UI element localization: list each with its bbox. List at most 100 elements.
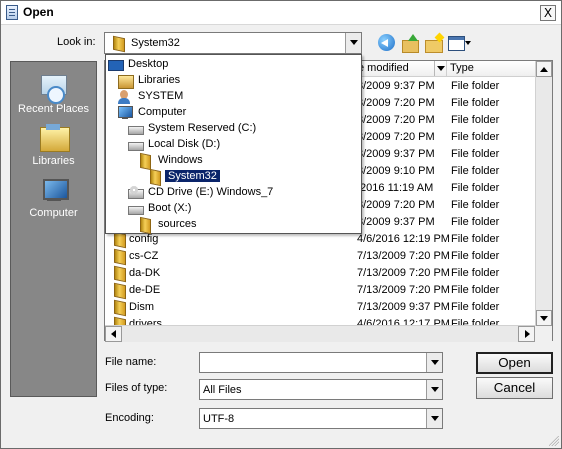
encoding-value: UTF-8 [203, 413, 235, 425]
folder-icon [112, 250, 124, 263]
look-in-dropdown[interactable]: Desktop Libraries SYSTEM Computer System… [105, 54, 362, 234]
dropdown-item-label: Boot (X:) [148, 202, 192, 214]
dropdown-item-label: System32 [165, 170, 220, 182]
date-modified: 3/2009 9:10 PM [357, 165, 435, 177]
file-type: File folder [451, 148, 500, 160]
date-modified: 3/2009 9:37 PM [357, 216, 435, 228]
file-name-label: File name: [105, 356, 157, 368]
cancel-button[interactable]: Cancel [476, 377, 553, 399]
folder-icon [112, 284, 124, 297]
open-file-dialog: Open X Look in: System32 Recent Places L… [0, 0, 562, 449]
folder-icon [138, 218, 152, 231]
view-menu-icon[interactable] [448, 34, 471, 52]
dropdown-item-label: CD Drive (E:) Windows_7 [148, 186, 274, 198]
drive-icon [128, 202, 144, 215]
new-folder-icon[interactable] [424, 34, 444, 53]
dropdown-item-label: Computer [138, 106, 187, 118]
files-of-type-select[interactable]: All Files [199, 379, 443, 400]
look-in-label: Look in: [57, 36, 96, 48]
place-recent-places[interactable]: Recent Places [11, 67, 96, 117]
date-modified: 3/2009 9:37 PM [357, 148, 435, 160]
file-row[interactable]: cs-CZ 7/13/2009 7:20 PM File folder [105, 248, 536, 265]
folder-icon [148, 170, 162, 183]
date-modified: 7/13/2009 7:20 PM [357, 284, 450, 296]
cd-drive-icon [128, 186, 144, 199]
scroll-right-icon[interactable] [518, 326, 535, 342]
file-name: Dism [129, 301, 155, 313]
dropdown-item-label: Local Disk (D:) [148, 138, 221, 150]
drive-icon [128, 122, 144, 135]
file-row[interactable]: da-DK 7/13/2009 7:20 PM File folder [105, 265, 536, 282]
open-button[interactable]: Open [476, 352, 553, 374]
dropdown-item-label: Desktop [128, 58, 169, 70]
file-type: File folder [451, 216, 500, 228]
encoding-select[interactable]: UTF-8 [199, 408, 443, 429]
file-type: File folder [451, 301, 500, 313]
dropdown-item-label: System Reserved (C:) [148, 122, 257, 134]
chevron-down-icon[interactable] [434, 61, 446, 76]
computer-icon [118, 106, 133, 119]
up-folder-icon[interactable] [401, 34, 421, 53]
look-in-value: System32 [131, 37, 180, 49]
date-modified: 3/2009 7:20 PM [357, 97, 435, 109]
date-modified: 7/13/2009 7:20 PM [357, 267, 450, 279]
place-label: Computer [29, 207, 78, 219]
horizontal-scrollbar[interactable] [105, 325, 535, 342]
recent-places-icon [39, 71, 69, 104]
libraries-icon [39, 123, 70, 152]
folder-icon [112, 301, 124, 314]
folder-icon [112, 233, 124, 246]
scroll-down-icon[interactable] [536, 310, 552, 326]
chevron-down-icon[interactable] [426, 380, 442, 399]
close-button[interactable]: X [540, 5, 556, 21]
dropdown-item-label: Windows [158, 154, 203, 166]
file-type: File folder [451, 182, 500, 194]
date-modified: 4/6/2016 12:19 PM [357, 233, 450, 245]
date-modified: /2016 11:19 AM [357, 182, 434, 194]
look-in-select[interactable]: System32 [104, 32, 362, 54]
date-modified: 3/2009 7:20 PM [357, 199, 435, 211]
back-arrow-icon[interactable] [378, 34, 395, 51]
desktop-icon [108, 58, 124, 71]
places-bar: Recent Places Libraries Computer [10, 61, 97, 397]
column-header-date-modified[interactable]: e modified [355, 61, 447, 77]
folder-icon [111, 37, 123, 50]
date-modified: 3/2009 7:20 PM [357, 131, 435, 143]
folder-icon [112, 267, 124, 280]
place-libraries[interactable]: Libraries [11, 119, 96, 169]
date-modified: 3/2009 9:37 PM [357, 80, 435, 92]
chevron-down-icon[interactable] [426, 353, 442, 372]
column-header-label: Type [450, 62, 474, 74]
document-icon [6, 5, 18, 20]
drive-icon [128, 138, 144, 151]
file-type: File folder [451, 250, 500, 262]
title-bar[interactable]: Open X [1, 1, 561, 25]
file-name: de-DE [129, 284, 161, 296]
column-header-type[interactable]: Type [447, 61, 536, 77]
resize-grip-icon[interactable] [549, 436, 559, 446]
file-type: File folder [451, 97, 500, 109]
user-icon [118, 90, 132, 104]
dropdown-item-label: Libraries [138, 74, 181, 86]
scroll-up-icon[interactable] [536, 61, 552, 77]
chevron-down-icon[interactable] [345, 33, 361, 53]
vertical-scrollbar[interactable] [535, 61, 552, 326]
place-label: Libraries [32, 155, 75, 167]
file-type: File folder [451, 199, 500, 211]
file-row[interactable]: Dism 7/13/2009 9:37 PM File folder [105, 299, 536, 316]
file-type: File folder [451, 233, 500, 245]
dialog-title: Open [23, 5, 54, 19]
files-of-type-value: All Files [203, 384, 242, 396]
scroll-left-icon[interactable] [105, 326, 122, 342]
chevron-down-icon[interactable] [426, 409, 442, 428]
file-type: File folder [451, 131, 500, 143]
file-type: File folder [451, 165, 500, 177]
place-computer[interactable]: Computer [11, 171, 96, 221]
file-name-input[interactable] [199, 352, 443, 373]
place-label: Recent Places [18, 103, 89, 115]
date-modified: 3/2009 7:20 PM [357, 114, 435, 126]
file-row[interactable]: de-DE 7/13/2009 7:20 PM File folder [105, 282, 536, 299]
dropdown-item-label: sources [158, 218, 197, 230]
folder-icon [138, 154, 152, 167]
dropdown-item-label: SYSTEM [138, 90, 184, 102]
